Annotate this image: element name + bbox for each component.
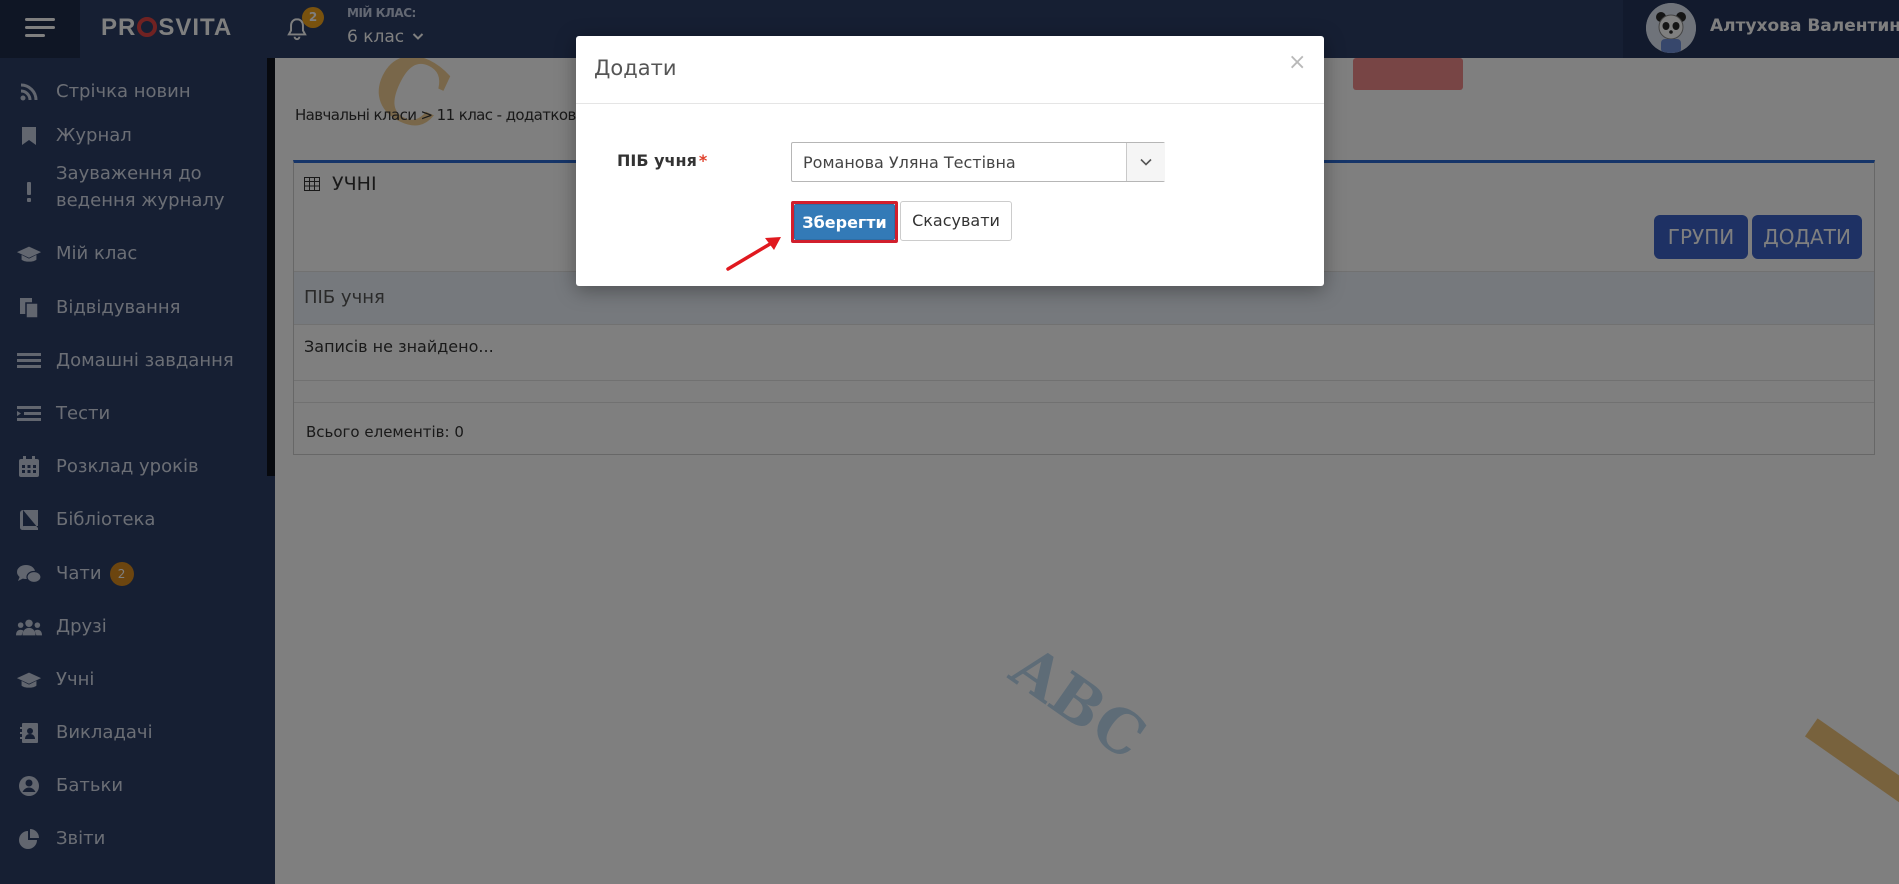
required-marker: * [698,151,708,170]
select-dropdown-toggle[interactable] [1126,143,1165,181]
student-name-label-text: ПІБ учня [617,151,697,170]
red-arrow-annotation [726,237,781,271]
modal-header: Додати × [576,36,1324,104]
cancel-button[interactable]: Скасувати [900,201,1012,241]
student-name-label: ПІБ учня * [617,151,707,170]
save-button[interactable]: Зберегти [794,204,895,240]
chevron-down-icon [1140,158,1152,166]
student-select[interactable]: Романова Уляна Тестівна [791,142,1165,182]
add-student-modal: Додати × ПІБ учня * Романова Уляна Тестів… [576,36,1324,286]
close-icon[interactable]: × [1288,50,1306,75]
modal-title: Додати [594,56,677,80]
student-select-value: Романова Уляна Тестівна [803,153,1016,172]
